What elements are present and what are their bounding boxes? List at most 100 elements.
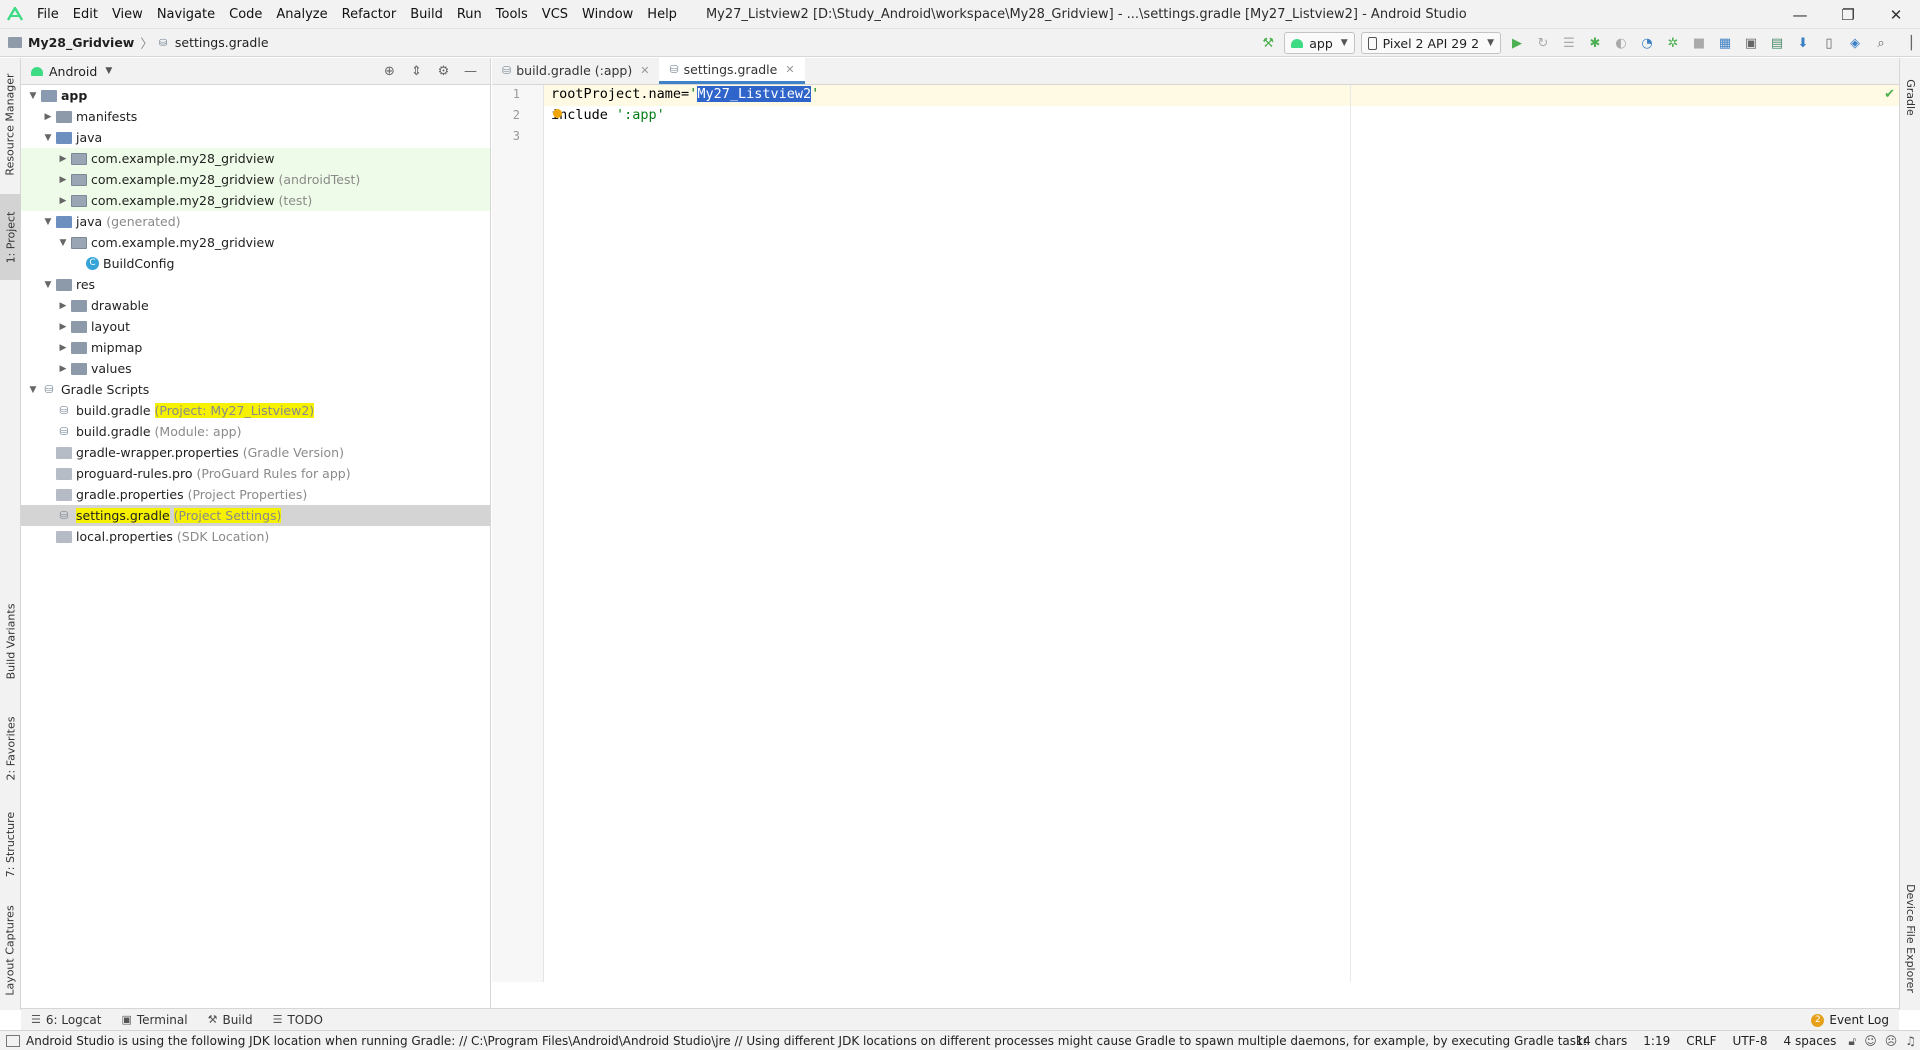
apply-code-changes-icon[interactable]: ☰ [1556,31,1582,55]
menu-code[interactable]: Code [222,0,269,29]
tree-item[interactable]: C BuildConfig [21,253,490,274]
menu-analyze[interactable]: Analyze [269,0,334,29]
tool-tab-build[interactable]: ⚒ Build [198,1013,263,1027]
editor-tab-build-gradle-app[interactable]: ⛁ build.gradle (:app) ✕ [492,57,659,84]
close-tab-icon[interactable]: ✕ [785,63,794,76]
project-view-mode-select[interactable]: Android [49,64,97,79]
expand-arrow-down-icon[interactable]: ▼ [40,133,56,143]
line-separator[interactable]: CRLF [1678,1034,1724,1048]
tool-tab-resource-manager[interactable]: Resource Manager [0,64,21,184]
expand-arrow-right-icon[interactable]: ▶ [55,196,71,206]
sync-gradle-icon[interactable]: ▣ [1738,31,1764,55]
indent-setting[interactable]: 4 spaces [1776,1034,1845,1048]
sdk-manager-icon[interactable]: ⬇ [1790,31,1816,55]
happy-face-icon[interactable]: ☺ [1860,1034,1881,1048]
tool-tab-todo[interactable]: ☰ TODO [263,1013,333,1027]
attach-debugger-icon[interactable]: ✲ [1660,31,1686,55]
device-select[interactable]: Pixel 2 API 29 2 ▼ [1360,32,1501,54]
stop-icon[interactable]: ■ [1686,31,1712,55]
restore-button[interactable]: ❐ [1824,0,1872,29]
expand-arrow-right-icon[interactable]: ▶ [55,175,71,185]
collapse-all-icon[interactable]: ⇕ [403,60,430,84]
tool-tab-gradle[interactable]: Gradle [1900,62,1920,132]
tree-item[interactable]: ▶ com.example.my28_gridview [21,148,490,169]
menu-view[interactable]: View [105,0,150,29]
tool-tab-event-log[interactable]: 2 Event Log [1811,1009,1889,1031]
menu-build[interactable]: Build [403,0,450,29]
toggle-tool-windows-icon[interactable] [6,1034,20,1047]
tree-item[interactable]: ▶ mipmap [21,337,490,358]
tree-item[interactable]: ⛁ build.gradle (Project: My27_Listview2) [21,400,490,421]
tool-tab-structure[interactable]: 7: Structure [0,794,21,894]
tool-tab-logcat[interactable]: ☰ 6: Logcat [21,1013,111,1027]
expand-arrow-right-icon[interactable]: ▶ [55,343,71,353]
expand-arrow-right-icon[interactable]: ▶ [55,364,71,374]
gear-icon[interactable]: ⚙ [430,60,457,84]
minimize-button[interactable]: — [1776,0,1824,29]
breadcrumb-file[interactable]: settings.gradle [175,35,269,50]
tool-tab-favorites[interactable]: 2: Favorites [0,698,21,798]
sad-face-icon[interactable]: ☹ [1881,1034,1902,1048]
breadcrumb-project[interactable]: My28_Gridview [28,35,134,50]
search-icon[interactable]: ⌕ [1868,31,1894,55]
menu-refactor[interactable]: Refactor [335,0,404,29]
expand-arrow-right-icon[interactable]: ▶ [55,322,71,332]
device-manager-icon[interactable]: ▯ [1816,31,1842,55]
tree-item[interactable]: ▶ layout [21,316,490,337]
expand-arrow-down-icon[interactable]: ▼ [40,280,56,290]
file-encoding[interactable]: UTF-8 [1725,1034,1776,1048]
tree-item[interactable]: local.properties (SDK Location) [21,526,490,547]
expand-arrow-down-icon[interactable]: ▼ [40,217,56,227]
tree-item[interactable]: gradle-wrapper.properties (Gradle Version… [21,442,490,463]
tree-item[interactable]: ▼ app [21,85,490,106]
tree-item[interactable]: ▶ com.example.my28_gridview (androidTest) [21,169,490,190]
menu-navigate[interactable]: Navigate [150,0,222,29]
run-with-coverage-icon[interactable]: ◐ [1608,31,1634,55]
caret-position[interactable]: 1:19 [1635,1034,1678,1048]
notifications-icon[interactable]: ♫ [1901,1034,1920,1048]
run-config-select[interactable]: app ▼ [1284,32,1355,54]
debug-icon[interactable]: ✱ [1582,31,1608,55]
close-window-button[interactable]: ✕ [1872,0,1920,29]
menu-file[interactable]: File [30,0,66,29]
menu-window[interactable]: Window [575,0,640,29]
tree-item[interactable]: ⛁ settings.gradle (Project Settings) [21,505,490,526]
menu-run[interactable]: Run [450,0,489,29]
tool-tab-project[interactable]: 1: Project [0,194,21,280]
apply-changes-restart-icon[interactable]: ↻ [1530,31,1556,55]
layout-inspector-icon[interactable]: ◈ [1842,31,1868,55]
hide-panel-icon[interactable]: — [457,60,484,84]
tree-item[interactable]: ▼ java (generated) [21,211,490,232]
status-message[interactable]: Android Studio is using the following JD… [26,1034,1586,1048]
tree-item[interactable]: ▶ values [21,358,490,379]
tree-item[interactable]: ▶ com.example.my28_gridview (test) [21,190,490,211]
expand-arrow-down-icon[interactable]: ▼ [55,238,71,248]
locate-file-icon[interactable]: ⊕ [376,60,403,84]
tool-tab-terminal[interactable]: ▣ Terminal [111,1013,197,1027]
code-editor[interactable]: 1 2 3 rootProject.name='My27_Listview2' … [492,85,1899,982]
tree-item[interactable]: ▶ drawable [21,295,490,316]
intention-bulb-icon[interactable] [553,109,562,118]
tree-item[interactable]: ▶ manifests [21,106,490,127]
tree-item[interactable]: ⛁ build.gradle (Module: app) [21,421,490,442]
expand-arrow-right-icon[interactable]: ▶ [40,112,56,122]
tree-item[interactable]: proguard-rules.pro (ProGuard Rules for ap… [21,463,490,484]
tool-tab-device-file-explorer[interactable]: Device File Explorer [1900,870,1920,1006]
tree-item[interactable]: ▼ com.example.my28_gridview [21,232,490,253]
menu-help[interactable]: Help [640,0,684,29]
menu-edit[interactable]: Edit [66,0,105,29]
tree-item[interactable]: gradle.properties (Project Properties) [21,484,490,505]
make-project-hammer-icon[interactable]: ⚒ [1255,31,1281,55]
chevron-down-icon[interactable]: ▼ [105,66,112,76]
expand-arrow-down-icon[interactable]: ▼ [25,385,41,395]
menu-vcs[interactable]: VCS [535,0,575,29]
tree-item[interactable]: ▼ java [21,127,490,148]
project-structure-icon[interactable]: ▦ [1712,31,1738,55]
menu-tools[interactable]: Tools [489,0,535,29]
tool-tab-layout-captures[interactable]: Layout Captures [0,892,21,1008]
tool-tab-build-variants[interactable]: Build Variants [0,586,21,696]
expand-arrow-right-icon[interactable]: ▶ [55,301,71,311]
scrollbar-handle-icon[interactable]: ▕ [1894,31,1920,55]
tree-item[interactable]: ▼ ⛁ Gradle Scripts [21,379,490,400]
tree-item[interactable]: ▼ res [21,274,490,295]
